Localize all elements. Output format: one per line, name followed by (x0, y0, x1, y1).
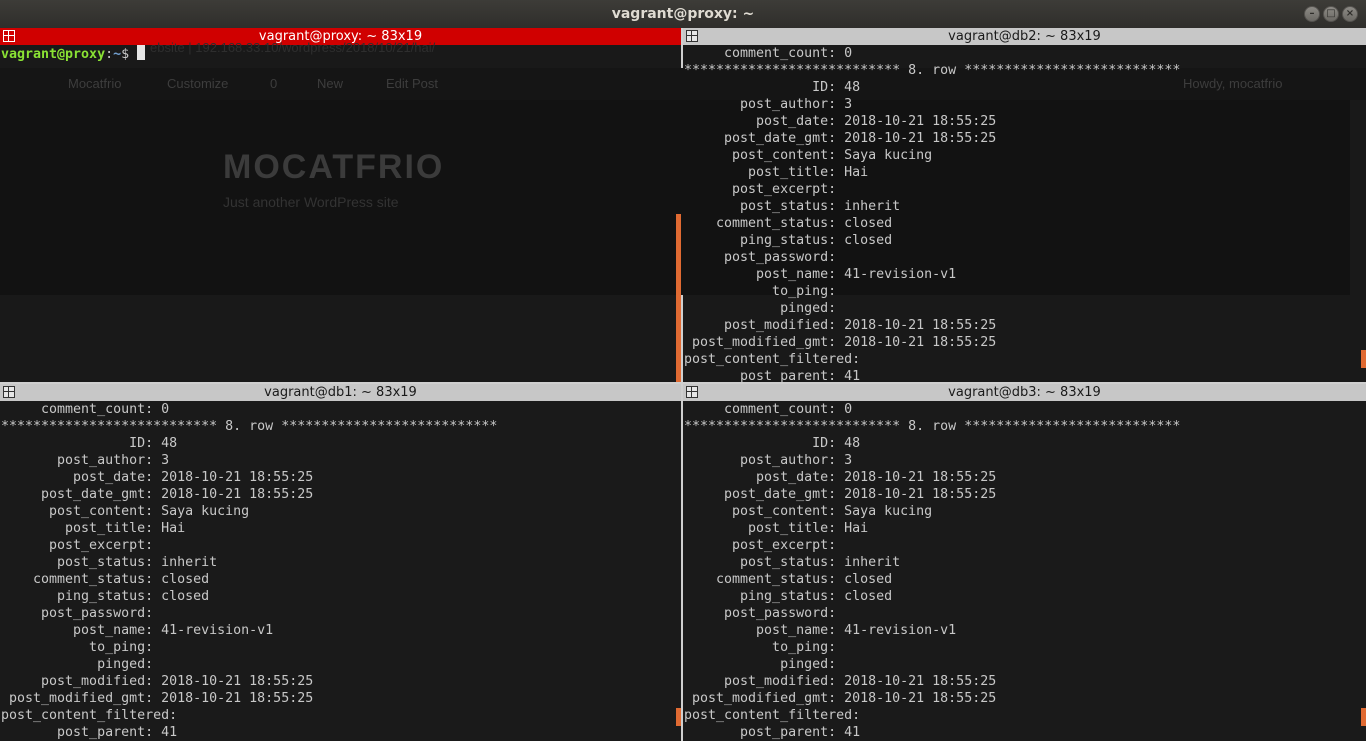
pane-menu-icon[interactable] (3, 386, 15, 398)
prompt-separator: : (105, 47, 114, 62)
scrollbar-proxy[interactable] (676, 214, 681, 382)
output-line: post_password: (684, 606, 845, 621)
terminal-output-proxy[interactable]: vagrant@proxy:~$ (0, 45, 681, 63)
window-title: vagrant@proxy: ~ (611, 6, 755, 22)
output-line: pinged: (684, 301, 845, 316)
prompt-path: ~ (113, 47, 122, 62)
output-line: post_excerpt: (1, 538, 162, 553)
pane-title-db2: vagrant@db2: ~ 83x19 (948, 29, 1101, 44)
output-line: ping_status: closed (684, 589, 893, 604)
terminal-pane-db1[interactable]: vagrant@db1: ~ 83x19 comment_count: 0 ***… (0, 384, 681, 741)
output-line: *************************** 8. row *****… (684, 63, 1181, 78)
output-line: post_date_gmt: 2018-10-21 18:55:25 (1, 487, 314, 502)
text-cursor (137, 45, 146, 60)
output-line: comment_status: closed (684, 572, 893, 587)
output-line: post_date: 2018-10-21 18:55:25 (684, 470, 997, 485)
minimize-button[interactable]: – (1304, 6, 1320, 22)
pane-menu-icon[interactable] (686, 386, 698, 398)
output-line: post_excerpt: (684, 538, 845, 553)
output-line: post_password: (684, 250, 845, 265)
scrollbar-db2[interactable] (1361, 350, 1366, 368)
output-line: post_author: 3 (684, 453, 853, 468)
output-line: to_ping: (684, 640, 845, 655)
window-titlebar[interactable]: vagrant@proxy: ~ – □ × (0, 0, 1366, 28)
output-line: pinged: (1, 657, 162, 672)
output-line: post_name: 41-revision-v1 (684, 267, 957, 282)
pane-menu-icon[interactable] (686, 30, 698, 42)
output-line: post_modified_gmt: 2018-10-21 18:55:25 (1, 691, 314, 706)
output-line: post_status: inherit (1, 555, 218, 570)
output-line: post_content: Saya kucing (684, 148, 933, 163)
output-line: post_name: 41-revision-v1 (684, 623, 957, 638)
output-line: ID: 48 (1, 436, 178, 451)
pane-title-db3: vagrant@db3: ~ 83x19 (948, 385, 1101, 400)
output-line: ID: 48 (684, 80, 861, 95)
output-line: post_parent: 41 (1, 725, 178, 740)
terminal-output-db2[interactable]: comment_count: 0 ************************… (683, 45, 1366, 382)
output-line: post_title: Hai (684, 521, 869, 536)
output-line: post_content_filtered: (684, 708, 869, 723)
output-line: post_content_filtered: (684, 352, 869, 367)
prompt-symbol: $ (121, 47, 138, 62)
output-line: *************************** 8. row *****… (1, 419, 498, 434)
output-line: post_title: Hai (1, 521, 186, 536)
output-line: post_date: 2018-10-21 18:55:25 (1, 470, 314, 485)
output-line: post_modified: 2018-10-21 18:55:25 (1, 674, 314, 689)
output-line: post_content_filtered: (1, 708, 186, 723)
output-line: post_name: 41-revision-v1 (1, 623, 274, 638)
output-line: post_parent: 41 (684, 725, 861, 740)
output-line: comment_status: closed (684, 216, 893, 231)
output-line: post_date_gmt: 2018-10-21 18:55:25 (684, 487, 997, 502)
output-line: post_date: 2018-10-21 18:55:25 (684, 114, 997, 129)
output-line: post_status: inherit (684, 555, 901, 570)
scrollbar-db1[interactable] (676, 708, 681, 726)
close-button[interactable]: × (1342, 6, 1358, 22)
pane-title-proxy: vagrant@proxy: ~ 83x19 (258, 29, 423, 44)
output-line: comment_status: closed (1, 572, 210, 587)
output-line: post_content: Saya kucing (1, 504, 250, 519)
output-line: ID: 48 (684, 436, 861, 451)
output-line: post_modified: 2018-10-21 18:55:25 (684, 674, 997, 689)
output-line: post_content: Saya kucing (684, 504, 933, 519)
terminal-pane-db2[interactable]: vagrant@db2: ~ 83x19 comment_count: 0 ***… (683, 28, 1366, 382)
pane-titlebar-db2[interactable]: vagrant@db2: ~ 83x19 (683, 28, 1366, 45)
output-line: *************************** 8. row *****… (684, 419, 1181, 434)
maximize-button[interactable]: □ (1323, 6, 1339, 22)
pane-titlebar-db3[interactable]: vagrant@db3: ~ 83x19 (683, 384, 1366, 401)
pane-title-db1: vagrant@db1: ~ 83x19 (264, 385, 417, 400)
pane-divider-horizontal[interactable] (0, 382, 1366, 384)
output-line: post_modified_gmt: 2018-10-21 18:55:25 (684, 691, 997, 706)
terminal-pane-proxy[interactable]: vagrant@proxy: ~ 83x19 vagrant@proxy:~$ (0, 28, 681, 382)
output-line: comment_count: 0 (684, 46, 853, 61)
output-line: post_modified_gmt: 2018-10-21 18:55:25 (684, 335, 997, 350)
output-line: pinged: (684, 657, 845, 672)
window-controls: – □ × (1304, 6, 1358, 22)
pane-titlebar-proxy[interactable]: vagrant@proxy: ~ 83x19 (0, 28, 681, 45)
scrollbar-db3[interactable] (1361, 708, 1366, 726)
pane-menu-icon[interactable] (3, 30, 15, 42)
output-line: post_parent: 41 (684, 369, 861, 382)
output-line: post_title: Hai (684, 165, 869, 180)
output-line: ping_status: closed (1, 589, 210, 604)
terminal-output-db3[interactable]: comment_count: 0 ************************… (683, 401, 1366, 741)
terminal-output-db1[interactable]: comment_count: 0 ************************… (0, 401, 681, 741)
output-line: comment_count: 0 (684, 402, 853, 417)
output-line: post_modified: 2018-10-21 18:55:25 (684, 318, 997, 333)
output-line: post_author: 3 (684, 97, 853, 112)
output-line: ping_status: closed (684, 233, 893, 248)
output-line: post_date_gmt: 2018-10-21 18:55:25 (684, 131, 997, 146)
output-line: post_author: 3 (1, 453, 170, 468)
pane-titlebar-db1[interactable]: vagrant@db1: ~ 83x19 (0, 384, 681, 401)
terminal-pane-db3[interactable]: vagrant@db3: ~ 83x19 comment_count: 0 ***… (683, 384, 1366, 741)
output-line: to_ping: (1, 640, 162, 655)
output-line: post_status: inherit (684, 199, 901, 214)
output-line: post_excerpt: (684, 182, 845, 197)
prompt-user: vagrant@proxy (1, 47, 106, 62)
output-line: post_password: (1, 606, 162, 621)
output-line: comment_count: 0 (1, 402, 170, 417)
output-line: to_ping: (684, 284, 845, 299)
